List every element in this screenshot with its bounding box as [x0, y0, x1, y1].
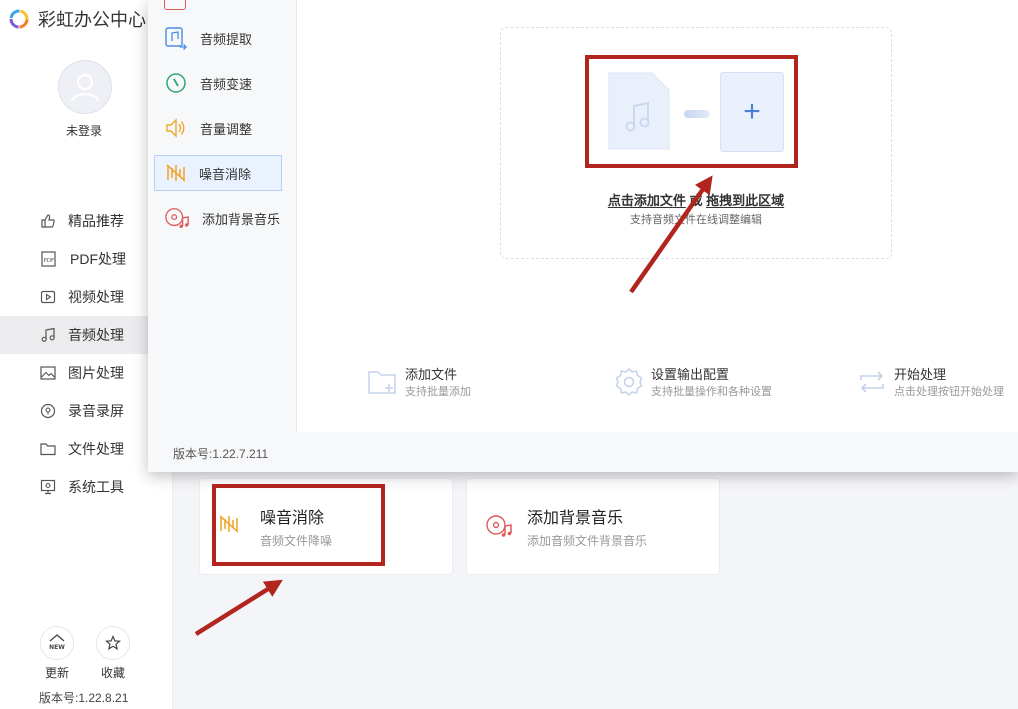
annotation-arrows	[194, 175, 713, 636]
arrow-to-drop-area	[629, 175, 713, 294]
arrow-to-noise-card	[194, 579, 283, 636]
